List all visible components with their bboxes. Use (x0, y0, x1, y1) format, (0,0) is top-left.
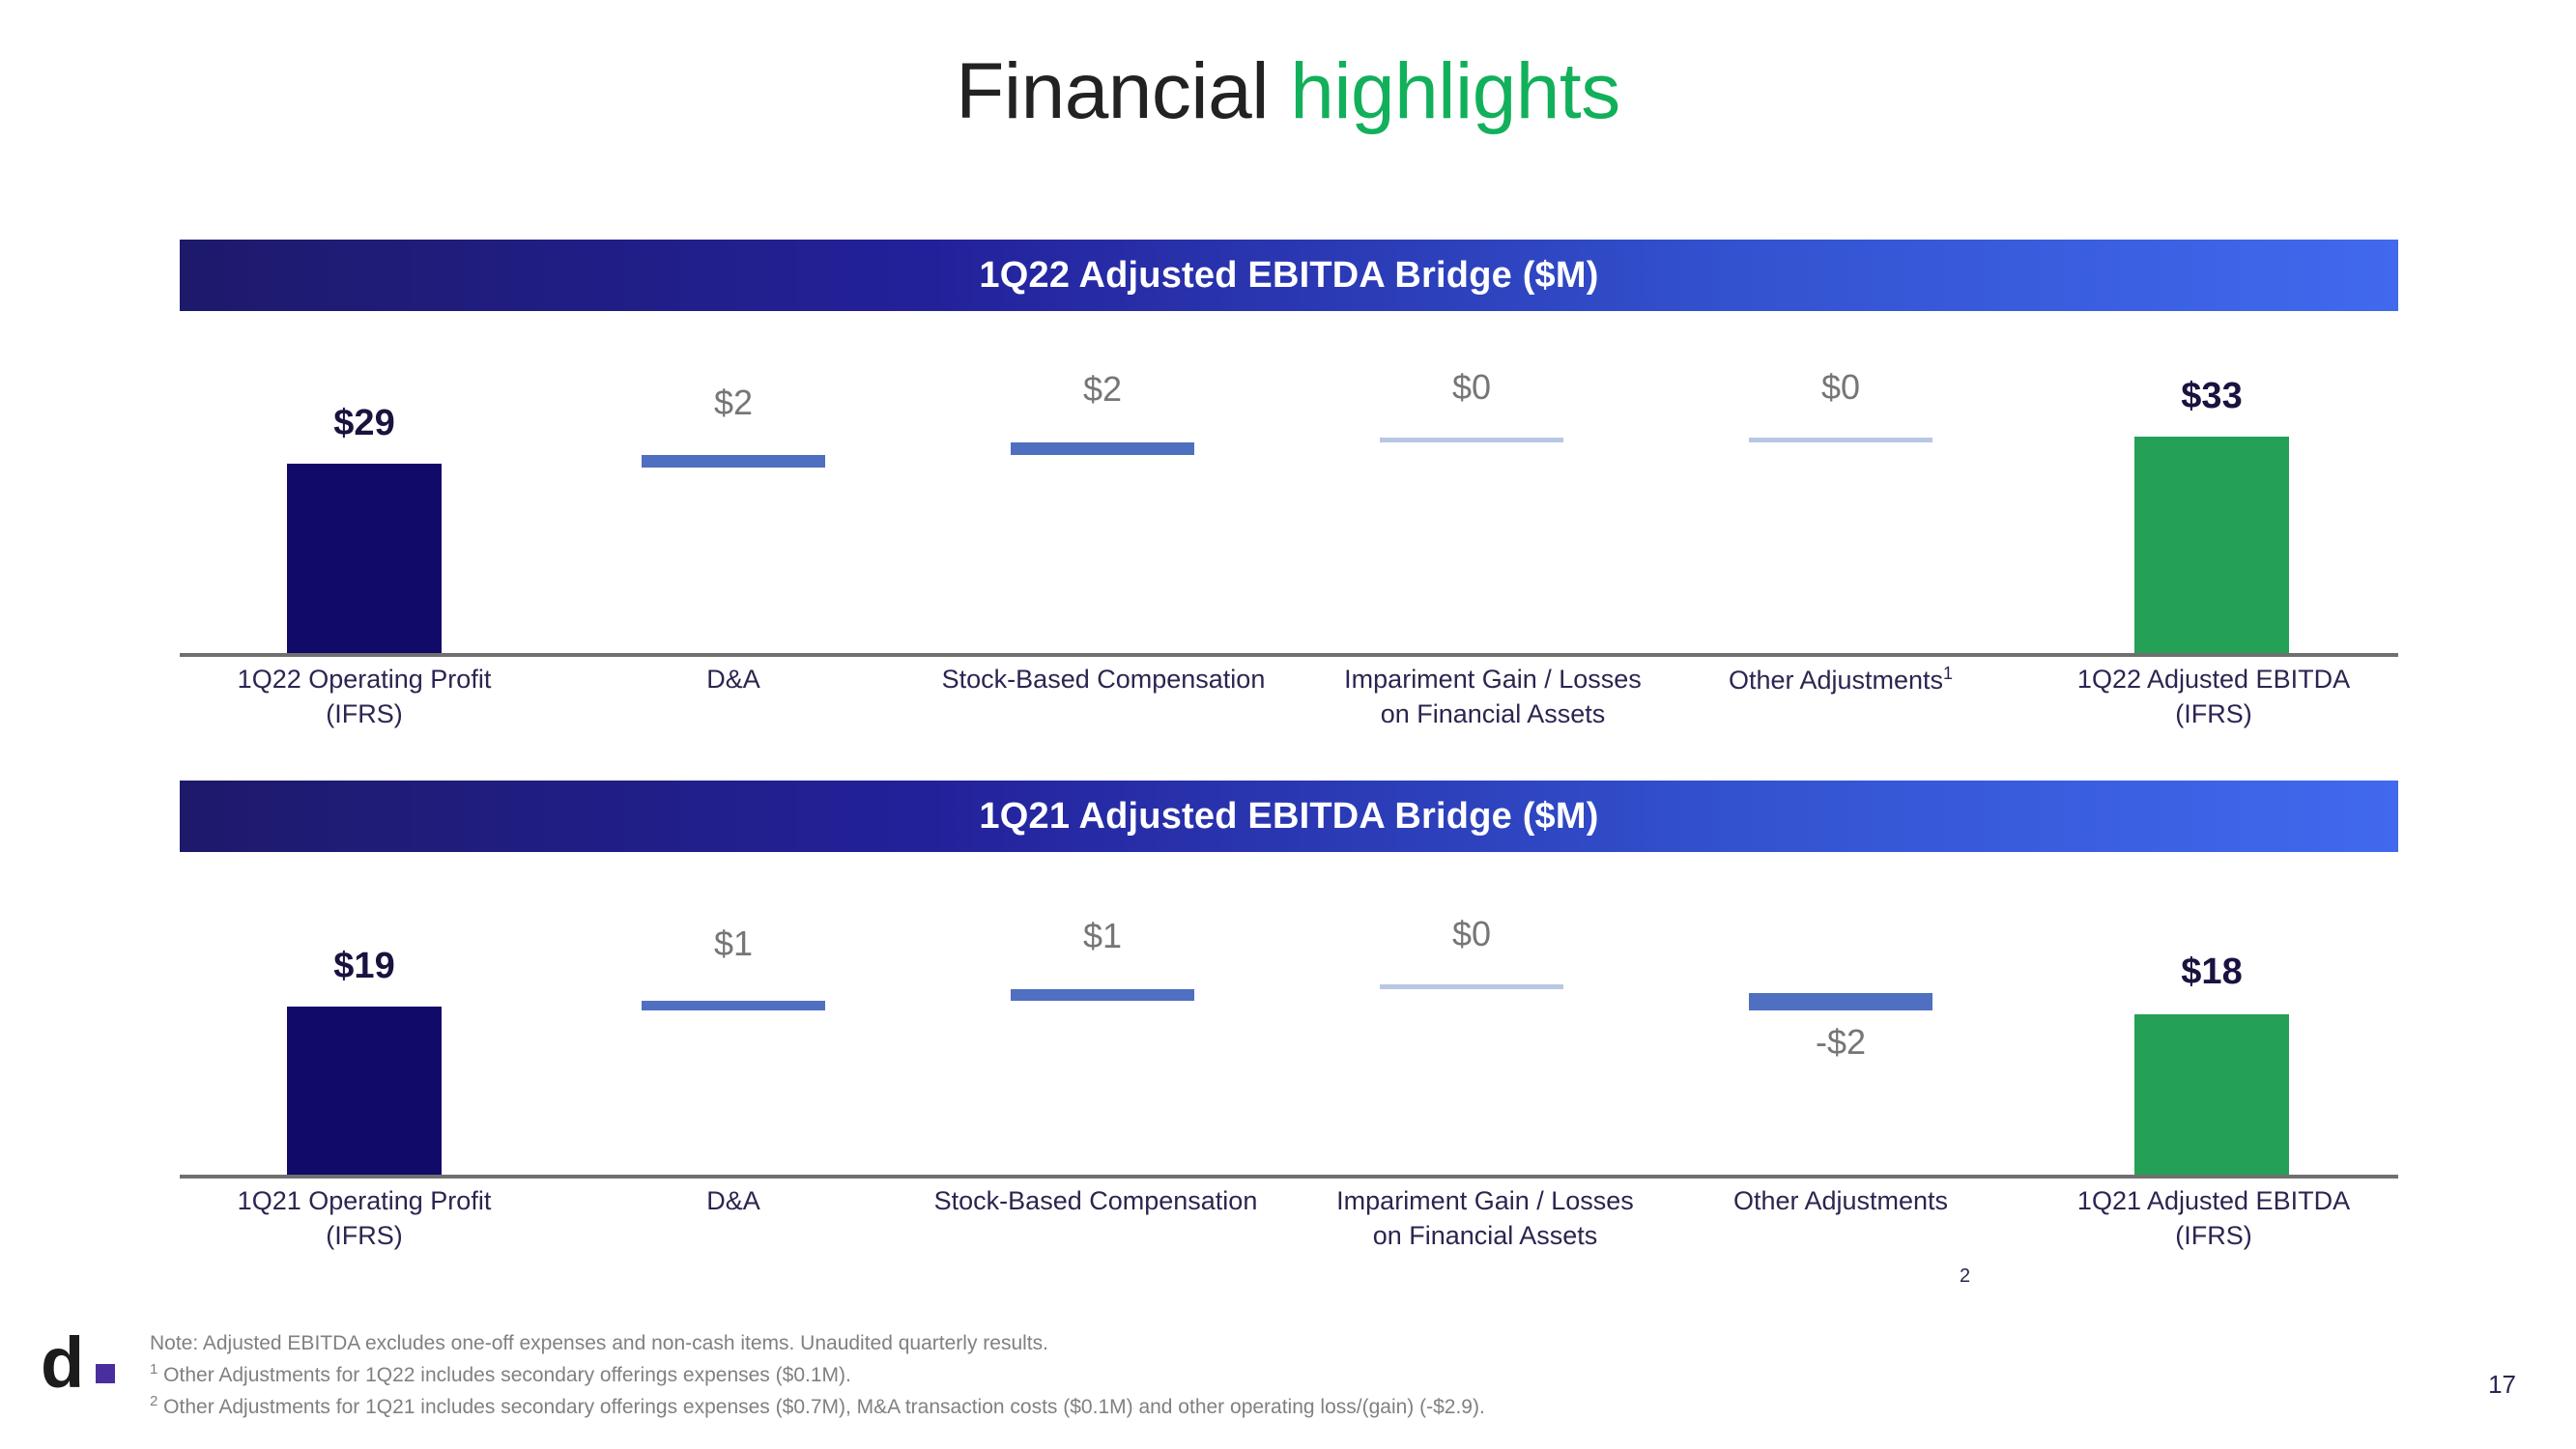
chart-2-category-2: Stock-Based Compensation (933, 1186, 1258, 1215)
chart-1-category-labels: 1Q22 Operating Profit (IFRS) D&A Stock-Ba… (180, 663, 2398, 759)
chart-1-value-4: $0 (1820, 367, 1861, 407)
chart-1-column-4: $0 (1656, 367, 2025, 657)
chart-2-column-3: $0 (1287, 908, 1656, 1179)
chart-1-bar-1 (642, 455, 825, 468)
chart-1-category-5: 1Q22 Adjusted EBITDA (IFRS) (2076, 665, 2351, 728)
chart-1-category-1: D&A (706, 665, 760, 694)
chart-1-bar-0 (287, 464, 442, 653)
chart-2-value-1: $1 (713, 923, 754, 963)
logo-square-icon (96, 1363, 116, 1383)
chart-2-footnote-marker: 2 (1960, 1265, 1971, 1287)
chart-2-category-4: Other Adjustments (1732, 1186, 1949, 1215)
chart-1-category-4-superscript: 1 (1943, 664, 1954, 683)
chart-2-value-2: $1 (1082, 916, 1123, 955)
page-title-main: Financial (956, 47, 1291, 135)
footnote-1: 1 Other Adjustments for 1Q22 includes se… (150, 1359, 1485, 1391)
footnote-2: 2 Other Adjustments for 1Q21 includes se… (150, 1391, 1485, 1423)
chart-1-bar-2 (1011, 442, 1194, 455)
chart-1-value-3: $0 (1451, 367, 1492, 407)
chart-1-category-4-text: Other Adjustments (1728, 666, 1944, 695)
chart-2-1q21-ebitda-bridge: $19 $1 $1 $0 -$2 $18 1Q21 Operating Prof… (180, 908, 2398, 1287)
chart-2-column-2: $1 (918, 908, 1287, 1179)
chart-1-column-0: $29 (180, 386, 549, 657)
chart-1-value-2: $2 (1082, 369, 1123, 409)
page-number: 17 (2488, 1370, 2516, 1399)
chart-1-column-2: $2 (918, 369, 1287, 657)
company-logo: d (41, 1322, 116, 1403)
chart-2-category-0: 1Q21 Operating Profit (IFRS) (237, 1186, 492, 1250)
page-title: Financial highlights (0, 46, 2576, 137)
chart-2-value-0: $19 (333, 946, 395, 986)
chart-1-column-5: $33 (2025, 376, 2398, 657)
chart-1-column-3: $0 (1287, 367, 1656, 657)
chart-2-column-0: $19 (180, 908, 549, 1179)
chart-1-banner-title: 1Q22 Adjusted EBITDA Bridge ($M) (979, 254, 1599, 296)
page-title-accent: highlights (1290, 47, 1620, 135)
chart-1-plot: $29 $2 $2 $0 $0 $33 (180, 367, 2398, 657)
footnote-note: Note: Adjusted EBITDA excludes one-off e… (150, 1332, 1048, 1354)
chart-1-1q22-ebitda-bridge: $29 $2 $2 $0 $0 $33 1Q22 Operating Profi… (180, 367, 2398, 753)
chart-2-bar-4 (1749, 993, 1932, 1010)
chart-1-category-0: 1Q22 Operating Profit (IFRS) (237, 665, 492, 728)
chart-2-bar-5 (2134, 1014, 2289, 1175)
chart-2-category-3: Impariment Gain / Losses on Financial Ass… (1336, 1186, 1634, 1250)
chart-1-value-5: $33 (2181, 376, 2243, 416)
chart-1-bar-3 (1380, 438, 1563, 442)
chart-2-category-5: 1Q21 Adjusted EBITDA (IFRS) (2076, 1186, 2351, 1250)
chart-2-column-1: $1 (549, 908, 918, 1179)
chart-2-column-4: -$2 (1656, 908, 2025, 1179)
chart-2-bar-2 (1011, 989, 1194, 1001)
chart-2-bar-3 (1380, 984, 1563, 989)
chart-2-bar-1 (642, 1001, 825, 1010)
chart-2-banner-title: 1Q21 Adjusted EBITDA Bridge ($M) (979, 795, 1599, 837)
footnote-1-text: Other Adjustments for 1Q22 includes seco… (157, 1363, 851, 1386)
chart-1-value-0: $29 (333, 403, 395, 443)
chart-1-category-3: Impariment Gain / Losses on Financial Ass… (1344, 665, 1642, 728)
chart-1-category-2: Stock-Based Compensation (941, 665, 1266, 694)
logo-letter-d: d (41, 1322, 85, 1403)
chart-2-category-labels: 1Q21 Operating Profit (IFRS) D&A Stock-Ba… (180, 1184, 2398, 1287)
chart-2-plot: $19 $1 $1 $0 -$2 $18 (180, 908, 2398, 1179)
chart-2-value-5: $18 (2181, 952, 2243, 992)
chart-2-value-3: $0 (1451, 914, 1492, 953)
chart-1-banner: 1Q22 Adjusted EBITDA Bridge ($M) (180, 240, 2398, 311)
chart-1-bar-4 (1749, 438, 1932, 442)
chart-1-value-1: $2 (713, 383, 754, 422)
chart-2-category-1: D&A (706, 1186, 760, 1215)
chart-1-column-1: $2 (549, 383, 918, 657)
footnotes: Note: Adjusted EBITDA excludes one-off e… (150, 1328, 1485, 1423)
chart-2-banner: 1Q21 Adjusted EBITDA Bridge ($M) (180, 781, 2398, 852)
slide: Financial highlights 1Q22 Adjusted EBITD… (0, 0, 2576, 1449)
chart-2-column-5: $18 (2025, 908, 2398, 1179)
chart-2-value-4: -$2 (1815, 1022, 1867, 1062)
chart-1-category-4: Other Adjustments1 (1656, 663, 2025, 698)
chart-1-bar-5 (2134, 437, 2289, 653)
footnote-2-text: Other Adjustments for 1Q21 includes seco… (157, 1395, 1485, 1418)
chart-2-bar-0 (287, 1007, 442, 1175)
